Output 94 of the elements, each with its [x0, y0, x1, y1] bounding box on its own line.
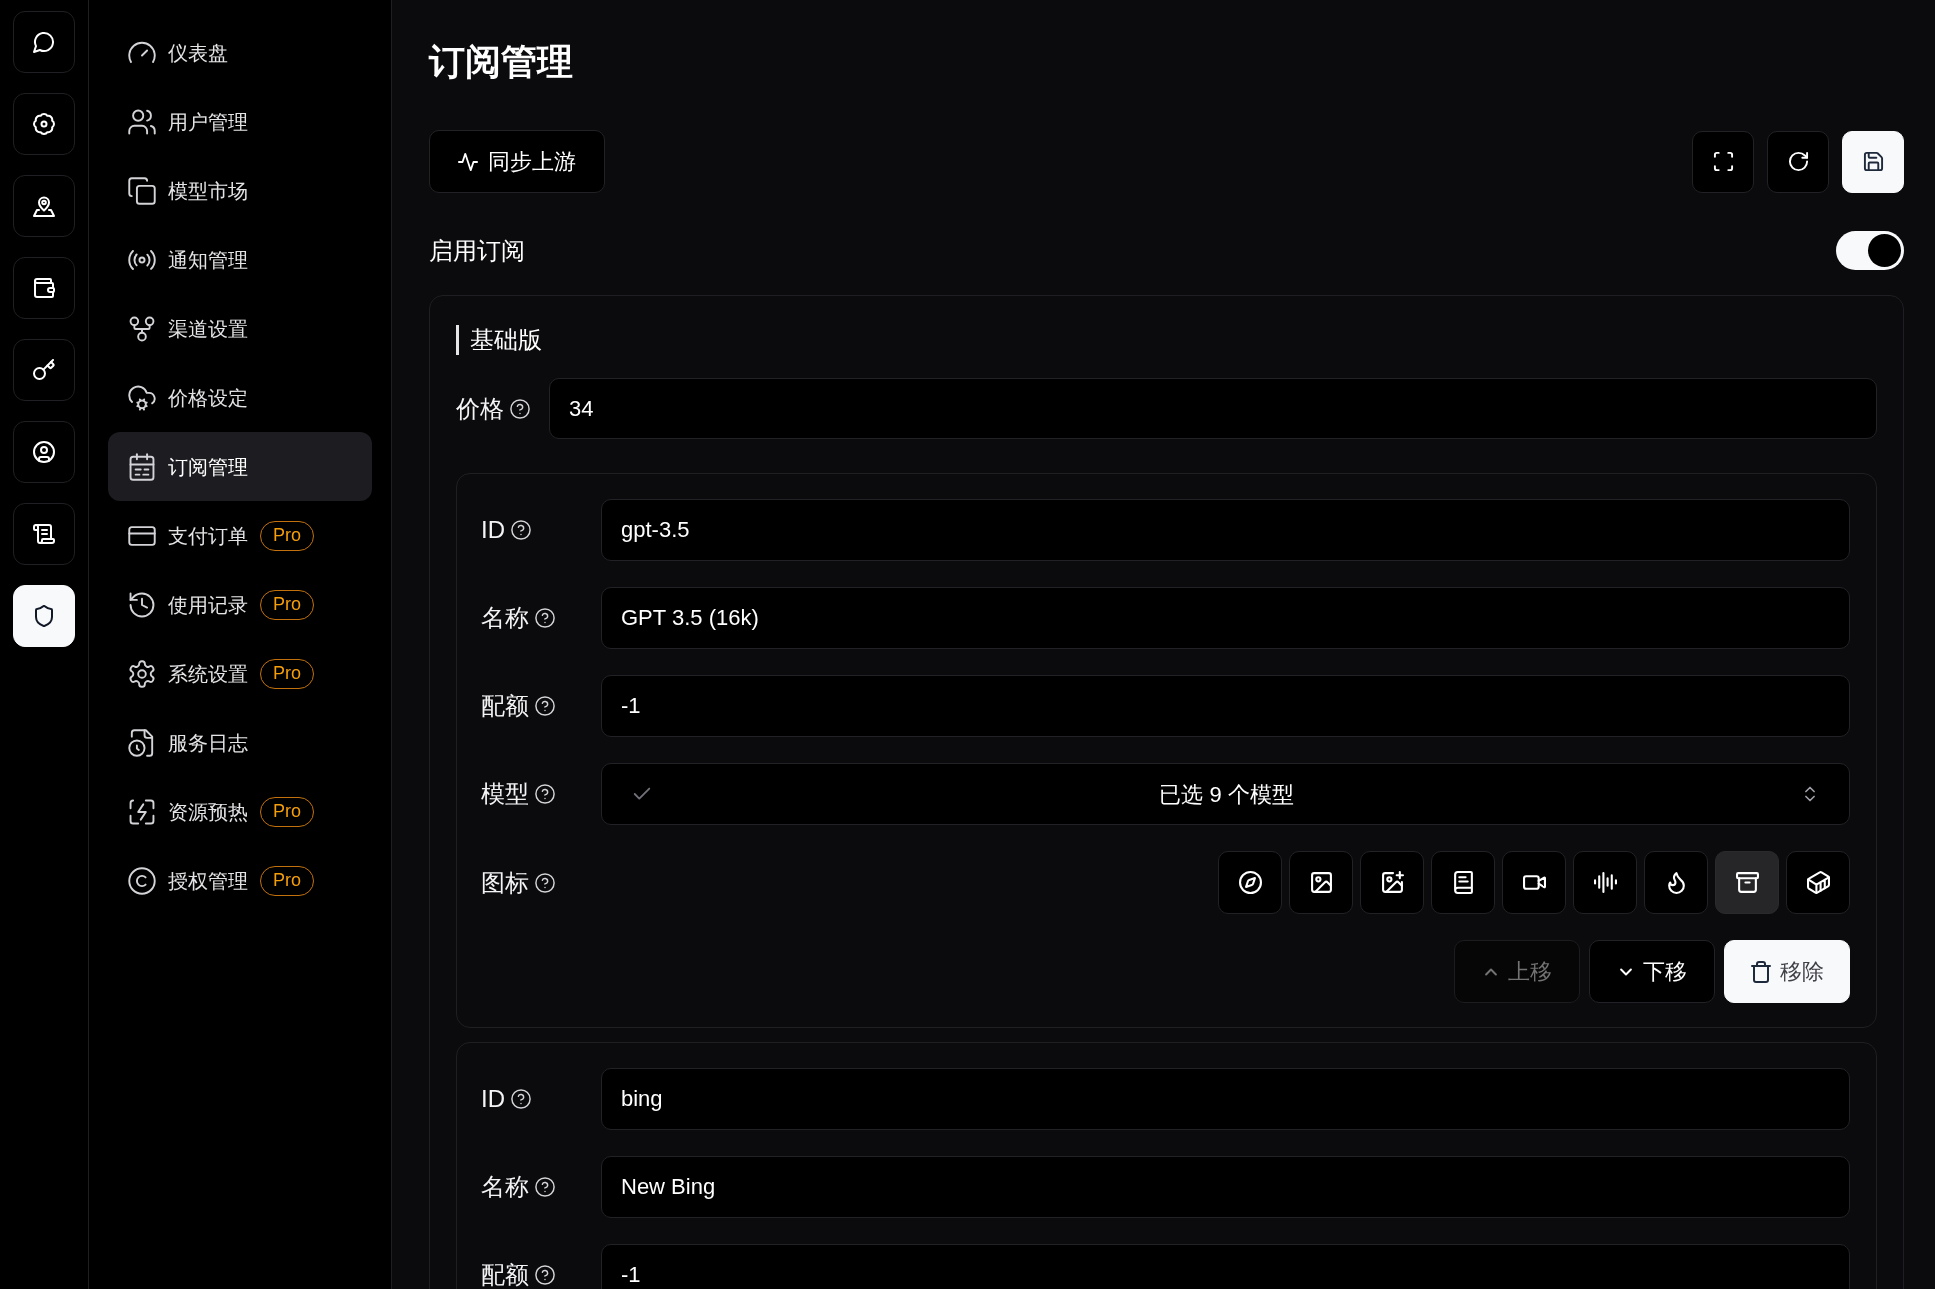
icon-option[interactable] [1431, 851, 1495, 914]
icon-option[interactable] [1502, 851, 1566, 914]
compass-icon [1238, 871, 1262, 894]
map-pin-icon [33, 195, 55, 217]
sidebar-item[interactable]: 仪表盘 [108, 18, 372, 87]
file-clock-icon [128, 728, 156, 757]
sidebar-item[interactable]: 系统设置 Pro [108, 639, 372, 708]
sidebar-item[interactable]: 价格设定 [108, 363, 372, 432]
field-label: 配额 [481, 691, 529, 721]
input-field[interactable]: 34 [549, 378, 1877, 439]
dropdown-field[interactable]: 已选 9 个模型 [601, 763, 1850, 825]
key-icon [33, 359, 55, 381]
help-icon [535, 872, 555, 893]
plan-title: 基础版 [456, 325, 542, 355]
archive-icon [1735, 871, 1759, 894]
help-icon [511, 520, 531, 540]
help-icon [511, 1089, 531, 1109]
image-plus-icon [1380, 871, 1404, 894]
input-field[interactable]: gpt-3.5 [601, 499, 1850, 561]
chat-icon [33, 31, 55, 53]
field-label: 配额 [481, 1260, 529, 1289]
help-icon [535, 696, 555, 716]
refresh-button[interactable] [1767, 130, 1829, 193]
fullscreen-icon [1712, 151, 1734, 172]
field-label: ID [481, 515, 505, 545]
nav-button[interactable] [13, 257, 75, 319]
sidebar-item[interactable]: 使用记录 Pro [108, 570, 372, 639]
field-label: 模型 [481, 779, 529, 809]
history-icon [128, 590, 156, 619]
activity-icon [458, 151, 478, 172]
nav-button[interactable] [13, 339, 75, 401]
icon-option[interactable] [1644, 851, 1708, 914]
sidebar-item[interactable]: 支付订单 Pro [108, 501, 372, 570]
help-icon [535, 784, 555, 804]
save-icon [1862, 151, 1884, 172]
input-field[interactable]: bing [601, 1068, 1850, 1130]
icon-option[interactable] [1715, 851, 1779, 914]
image-icon [1309, 871, 1333, 894]
input-field[interactable]: New Bing [601, 1156, 1850, 1218]
icon-option[interactable] [1360, 851, 1424, 914]
nav-button[interactable] [13, 421, 75, 483]
sidebar-item[interactable]: 资源预热 Pro [108, 777, 372, 846]
field-label: 名称 [481, 603, 529, 633]
user-circle-icon [33, 441, 55, 463]
pages-icon [128, 176, 156, 205]
shield-icon [33, 605, 55, 627]
field-label: 名称 [481, 1172, 529, 1202]
help-icon [535, 1265, 555, 1285]
icon-option[interactable] [1289, 851, 1353, 914]
settings-icon [128, 659, 156, 688]
icon-option[interactable] [1573, 851, 1637, 914]
icon-option[interactable] [1218, 851, 1282, 914]
wallet-icon [33, 277, 55, 299]
lightning-icon [128, 797, 156, 826]
move-down-button[interactable]: 下移 [1589, 940, 1715, 1003]
remove-button[interactable]: 移除 [1724, 940, 1850, 1003]
sidebar-item[interactable]: 服务日志 [108, 708, 372, 777]
audio-wave-icon [1593, 871, 1617, 894]
input-field[interactable]: -1 [601, 675, 1850, 737]
book-icon [1451, 871, 1475, 894]
sidebar-item[interactable]: 通知管理 [108, 225, 372, 294]
sidebar-item[interactable]: 模型市场 [108, 156, 372, 225]
refresh-icon [1787, 151, 1809, 172]
field-label: 图标 [481, 867, 529, 898]
page-title: 订阅管理 [429, 40, 574, 84]
save-button[interactable] [1842, 130, 1904, 193]
toggle-switch[interactable] [1836, 231, 1904, 270]
fork-icon [128, 314, 156, 343]
icon-option[interactable] [1786, 851, 1850, 914]
field-label: 价格 [456, 393, 504, 424]
field-label: ID [481, 1084, 505, 1114]
nav-button[interactable] [13, 503, 75, 565]
sidebar-item[interactable]: 订阅管理 [108, 432, 372, 501]
trash-icon [1750, 960, 1772, 983]
copyright-icon [128, 866, 156, 895]
help-icon [510, 398, 530, 419]
cloud-gear-icon [128, 383, 156, 412]
nav-button[interactable] [13, 175, 75, 237]
calendar-icon [128, 452, 156, 481]
box-icon [1806, 871, 1830, 894]
sidebar-item[interactable]: 用户管理 [108, 87, 372, 156]
setting-label: 启用订阅 [429, 235, 525, 266]
input-field[interactable]: -1 [601, 1244, 1850, 1289]
badge-icon [33, 113, 55, 135]
nav-button[interactable] [13, 11, 75, 73]
nav-button[interactable] [13, 93, 75, 155]
users-icon [128, 107, 156, 136]
scroll-icon [33, 523, 55, 545]
help-icon [535, 1177, 555, 1197]
help-icon [535, 608, 555, 628]
input-field[interactable]: GPT 3.5 (16k) [601, 587, 1850, 649]
sidebar-item[interactable]: 授权管理 Pro [108, 846, 372, 915]
sync-upstream-button[interactable]: 同步上游 [429, 130, 605, 193]
sidebar-item[interactable]: 渠道设置 [108, 294, 372, 363]
